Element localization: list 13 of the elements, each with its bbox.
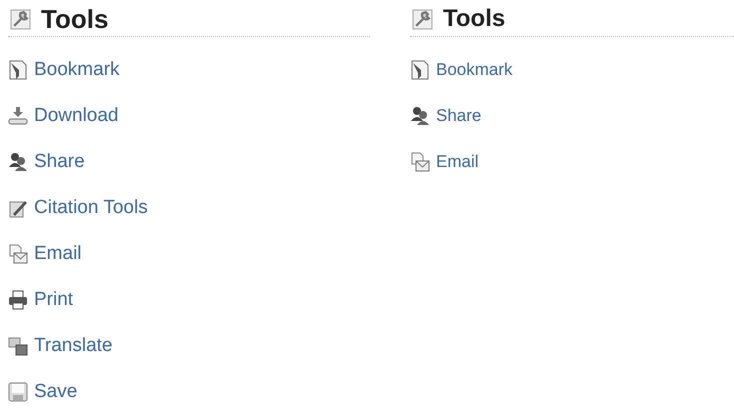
tool-link[interactable]: Translate [34,335,112,357]
tool-link[interactable]: Email [436,152,479,172]
section-title: Tools [443,5,506,33]
tool-link[interactable]: Share [34,151,85,173]
tool-link[interactable]: Save [34,381,78,403]
tool-link[interactable]: Citation Tools [34,197,148,219]
tool-link[interactable]: Email [34,243,82,265]
tool-link[interactable]: Bookmark [436,60,513,80]
tool-link[interactable]: Share [436,106,482,126]
section-title: Tools [41,4,108,34]
tool-link[interactable]: Download [34,105,118,127]
tool-link[interactable]: Bookmark [34,59,120,81]
tool-link[interactable]: Print [34,289,74,311]
